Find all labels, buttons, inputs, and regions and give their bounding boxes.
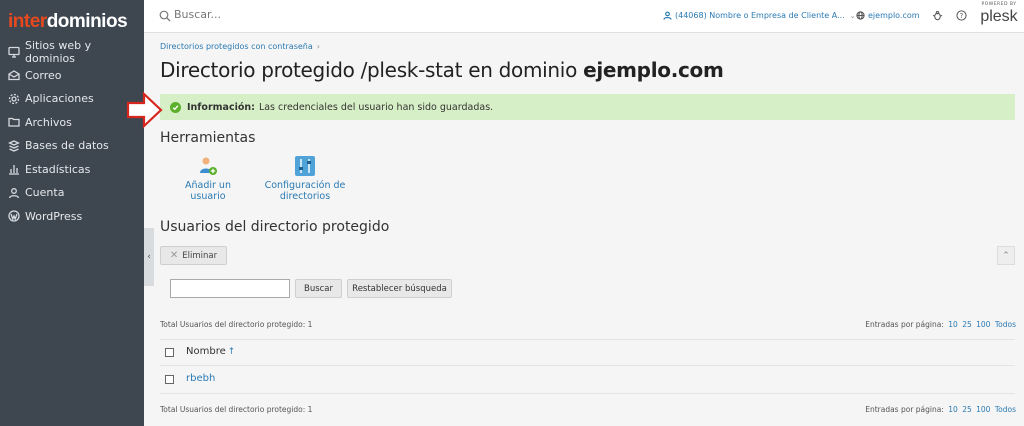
per-page-option-100[interactable]: 100 — [976, 405, 990, 414]
plesk-wordmark: plesk — [980, 7, 1018, 25]
sidebar-item-files[interactable]: Archivos — [0, 111, 144, 135]
monitor-icon — [8, 46, 20, 58]
add-user-label: Añadir un usuario — [185, 180, 231, 202]
check-circle-icon — [170, 101, 181, 113]
total-count-bottom: Total Usuarios del directorio protegido:… — [160, 405, 313, 414]
user-icon — [663, 11, 672, 20]
add-user-icon — [200, 157, 217, 175]
sidebar-item-statistics[interactable]: Estadísticas — [0, 158, 144, 182]
search-button[interactable]: Buscar — [295, 279, 342, 298]
delete-icon: ✕ — [169, 250, 179, 261]
bug-report-icon[interactable] — [932, 10, 943, 21]
directory-settings-label-2: directorios — [279, 190, 331, 202]
folder-icon — [8, 116, 20, 128]
sidebar-item-databases[interactable]: Bases de datos — [0, 134, 144, 158]
domain-selector[interactable]: ejemplo.com — [856, 11, 920, 20]
delete-button[interactable]: ✕ Eliminar — [160, 246, 227, 265]
collapse-list-button[interactable]: ⌃ — [997, 246, 1015, 265]
logo-part-inter: inter — [8, 11, 47, 32]
total-count: Total Usuarios del directorio protegido:… — [160, 320, 313, 329]
per-page-option-100[interactable]: 100 — [976, 320, 990, 329]
page-title: Directorio protegido /plesk-stat en domi… — [160, 58, 724, 82]
tools-heading: Herramientas — [160, 130, 256, 146]
add-user-button[interactable]: Añadir un usuario — [168, 155, 248, 203]
mail-icon — [8, 69, 20, 81]
chevron-down-icon: ⌄ — [849, 11, 856, 20]
account-name: (44068) Nombre o Empresa de Cliente A... — [675, 11, 845, 20]
red-arrow-annotation — [126, 91, 163, 129]
page-title-domain: ejemplo.com — [583, 58, 724, 82]
sidebar-item-label: Sitios web y dominios — [25, 38, 92, 65]
directory-settings-label-1: Configuración de — [264, 180, 346, 191]
per-page-option-25[interactable]: 25 — [962, 405, 972, 414]
table-row-user-link[interactable]: rbebh — [186, 373, 215, 384]
sidebar-item-label: Aplicaciones — [25, 92, 94, 106]
search-input[interactable] — [174, 8, 474, 21]
sidebar-item-label: Archivos — [25, 115, 72, 129]
per-page-option-all[interactable]: Todos — [995, 405, 1016, 414]
breadcrumb-separator: › — [316, 42, 320, 51]
sidebar-item-label: Cuenta — [25, 186, 65, 200]
globe-icon — [856, 11, 865, 20]
sidebar-item-label: Bases de datos — [25, 139, 109, 153]
help-icon[interactable]: ? — [956, 10, 967, 21]
divider — [160, 393, 1015, 394]
per-page-label: Entradas por página: — [865, 405, 944, 414]
sidebar-item-wordpress[interactable]: WordPress — [0, 205, 144, 229]
info-text: Las credenciales del usuario han sido gu… — [258, 101, 494, 113]
sort-ascending-icon: ↑ — [227, 347, 236, 357]
svg-text:?: ? — [960, 12, 964, 20]
row-checkbox[interactable] — [165, 375, 174, 384]
info-message: Información: Las credenciales del usuari… — [160, 94, 1015, 120]
user-icon — [8, 187, 20, 199]
gear-icon — [8, 93, 20, 105]
domain-name: ejemplo.com — [868, 11, 920, 20]
powered-by-text: POWERED BY — [981, 2, 1017, 7]
sidebar-item-mail[interactable]: Correo — [0, 64, 144, 88]
divider — [160, 339, 1015, 340]
directory-settings-button[interactable]: Configuración de directorios — [264, 155, 346, 203]
per-page-option-25[interactable]: 25 — [962, 320, 972, 329]
column-header-name[interactable]: Nombre ↑ — [186, 346, 235, 357]
search-icon — [159, 10, 171, 22]
sidebar-item-label: WordPress — [25, 209, 83, 223]
sidebar-item-label: Correo — [25, 68, 62, 82]
column-name-label: Nombre — [186, 346, 226, 357]
per-page-option-all[interactable]: Todos — [995, 320, 1016, 329]
breadcrumb-link[interactable]: Directorios protegidos con contraseña — [160, 42, 313, 51]
logo-part-dominios: dominios — [46, 11, 128, 32]
brand-logo[interactable]: interdominios — [0, 0, 144, 40]
select-all-checkbox[interactable] — [165, 348, 174, 357]
sidebar-item-applications[interactable]: Aplicaciones — [0, 87, 144, 111]
users-heading: Usuarios del directorio protegido — [160, 219, 390, 235]
sidebar: interdominios Sitios web y dominios Corr… — [0, 0, 144, 426]
breadcrumb: Directorios protegidos con contraseña › — [160, 42, 320, 51]
main-content: Directorios protegidos con contraseña › D… — [144, 33, 1024, 426]
wordpress-icon — [8, 210, 20, 222]
sidebar-item-label: Estadísticas — [25, 162, 91, 176]
reset-search-button[interactable]: Restablecer búsqueda — [347, 279, 452, 298]
delete-label: Eliminar — [182, 250, 218, 261]
per-page-option-10[interactable]: 10 — [948, 320, 958, 329]
user-search-input[interactable] — [170, 279, 290, 298]
top-bar: (44068) Nombre o Empresa de Cliente A...… — [144, 0, 1024, 33]
divider — [160, 365, 1015, 366]
entries-per-page: Entradas por página: 10 25 100 Todos — [865, 320, 1016, 329]
per-page-option-10[interactable]: 10 — [948, 405, 958, 414]
plesk-logo: POWERED BY plesk — [977, 2, 1021, 25]
bar-chart-icon — [8, 163, 20, 175]
account-switcher[interactable]: (44068) Nombre o Empresa de Cliente A...… — [663, 11, 856, 20]
page-title-text: Directorio protegido /plesk-stat en domi… — [160, 58, 584, 82]
entries-per-page-bottom: Entradas por página: 10 25 100 Todos — [865, 405, 1016, 414]
sidebar-item-account[interactable]: Cuenta — [0, 181, 144, 205]
per-page-label: Entradas por página: — [865, 320, 944, 329]
database-icon — [8, 140, 20, 152]
sidebar-item-websites[interactable]: Sitios web y dominios — [0, 38, 144, 65]
sliders-icon — [295, 156, 315, 176]
info-label: Información: — [187, 101, 255, 113]
